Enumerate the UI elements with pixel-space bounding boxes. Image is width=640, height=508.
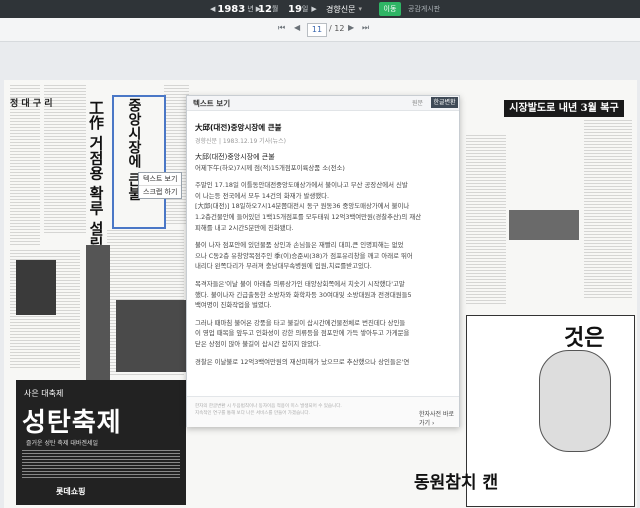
- article-line: 백여명이 진화작업을 벌였다.: [195, 301, 272, 310]
- text-column: [466, 135, 506, 305]
- text-column: [584, 120, 632, 300]
- news-photo: [86, 245, 110, 380]
- page-total: / 12: [329, 24, 345, 33]
- right-ad-title: 것은: [564, 325, 605, 351]
- article-line: 경찰은 이날불로 12억3백여만원의 재산피해가 났으므로 추산했으나 상인들은…: [195, 357, 410, 366]
- article-line: 이 나는등 전국에서 모두 14건의 화재가 발생했다.: [195, 191, 330, 200]
- prev-page-icon[interactable]: ◀: [294, 23, 300, 32]
- view-text-menu-item[interactable]: 텍스트 보기: [139, 173, 181, 185]
- article-context-menu: 텍스트 보기 스크랩 하기: [138, 172, 183, 199]
- year-unit: 년: [247, 5, 254, 13]
- go-button[interactable]: 이동: [379, 2, 401, 16]
- day-next-icon[interactable]: ▶: [311, 5, 316, 13]
- text-column: [10, 85, 40, 245]
- year-prev-icon[interactable]: ◀: [210, 5, 215, 13]
- article-line: 피해를 내고 2시간5분만에 진화됐다.: [195, 223, 294, 232]
- article-line: 주말인 17.18일 이틀동안대전중앙도매상가에서 불이나고 부산 공장산에서 …: [195, 181, 408, 190]
- right-ad-brand: 동원참치 캔: [414, 473, 499, 493]
- article-line: 불이 나자 점포안에 있던물품 상인과 손님들은 재빨리 대피,큰 인명피해는 …: [195, 241, 404, 250]
- article-line: 했다. 불이나자 긴급출동한 소방차와 화학차등 30여대및 소방대원과 전경대…: [195, 290, 412, 299]
- month-value: 12: [258, 3, 272, 15]
- ad-store-name: 롯데쇼핑: [56, 487, 86, 496]
- dialog-title: 텍스트 보기: [193, 99, 231, 108]
- article-line: 으나 C동2층 유창양복점주인 季(이)승준씨(38)가 점포유리창을 깨고 아…: [195, 251, 413, 260]
- ad-subtitle: 즐거운 성탄 축제 대바겐세일: [26, 440, 98, 447]
- article-highlight-box[interactable]: [112, 95, 166, 229]
- footer-note: 지속적인 연구를 통해 보다 나은 서비스를 만들어 가겠습니다.: [195, 411, 310, 416]
- scrap-menu-item[interactable]: 스크랩 하기: [139, 185, 182, 198]
- year-value: 1983: [217, 3, 246, 15]
- next-page-icon[interactable]: ▶: [348, 23, 354, 32]
- day-unit: 일: [301, 5, 309, 13]
- top-toolbar: ◀ 1983 년 ▶ 12 월 19 일 ▶ 경향신문 ▾ 이동 공감게시판: [0, 0, 640, 18]
- footer-note: 한자의 한글변환 시 두음법칙이나 동자이음 적용이 미스 발생되어 수 있습니…: [195, 404, 342, 409]
- article-line: 목격자들은'이날 불이 아래층 의류상가인 태양상회쪽에서 치솟기 시작했다'고…: [195, 280, 405, 288]
- first-page-icon[interactable]: ⏮: [278, 23, 285, 33]
- article-line: 1.2층건물안에 들어있던 1백15개점포를 모두태워 12억3백여만원(경찰추…: [195, 213, 422, 221]
- newspaper-select-value: 경향신문: [326, 4, 356, 14]
- ad-top-text: 사은 대축제: [24, 389, 64, 398]
- notice-board-link[interactable]: 공감게시판: [408, 4, 440, 14]
- hangul-convert-button[interactable]: 한글변환: [431, 97, 458, 108]
- current-page-input[interactable]: 11: [307, 23, 327, 37]
- ad-title: 성탄축제: [22, 408, 122, 438]
- article-line: 이 영업 때목을 앞두고 인화성이 강한 의류등을 점포안에 가득 쌓아두고 가…: [195, 329, 410, 338]
- month-unit: 월: [271, 5, 279, 13]
- dialog-footer: 한자의 한글변환 시 두음법칙이나 동자이음 적용이 미스 발생되어 수 있습니…: [187, 396, 459, 427]
- day-selector[interactable]: 19 일 ▶: [288, 2, 317, 16]
- page-navigation: ⏮ ◀ 11 / 12 ▶ ⏭: [0, 18, 640, 42]
- article-line: 닫은 상점이 많아 불길이 삽시간 잡히지 않았다.: [195, 340, 321, 348]
- right-headline: 시장발도로 내년 3월 복구: [504, 100, 624, 117]
- text-view-dialog: 텍스트 보기 원문 한글변환 大邱(대전)중앙시장에 큰불 경향신문 | 198…: [186, 95, 460, 427]
- article-line: 大邱(대전)중앙시장에 큰불: [195, 153, 275, 161]
- chevron-down-icon: ▾: [358, 5, 362, 13]
- day-value: 19: [288, 3, 302, 15]
- newspaper-select[interactable]: 경향신문 ▾: [326, 2, 362, 16]
- article-meta: 경향신문 | 1983.12.19 기사(뉴스): [195, 138, 286, 145]
- cartoon-illustration: [539, 350, 611, 452]
- christmas-sale-ad: 사은 대축제 성탄축제 즐거운 성탄 축제 대바겐세일 롯데쇼핑: [16, 380, 186, 505]
- hanja-dictionary-link[interactable]: 한자사전 바로가기 ›: [419, 409, 459, 427]
- dialog-header: 텍스트 보기 원문 한글변환: [187, 96, 459, 111]
- news-photo: [509, 210, 579, 240]
- article-title: 大邱(대전)중앙시장에 큰불: [195, 123, 282, 132]
- left-masthead: 정 대 구 리: [10, 99, 53, 109]
- article-line: 어제下午(하오)7시께 점(적)15개점포이륙상품 소(전소): [195, 163, 345, 172]
- article-line: [大邱(대전)] 18일하오7시14분쯤대전시 동구 원동36 중앙도매상가에서…: [195, 202, 410, 211]
- year-selector[interactable]: ◀ 1983 년 ▶: [210, 2, 261, 16]
- article-line: 내리다 왼쪽다리가 부러져 충남대부속병원에 입원,치료를받고있다.: [195, 262, 372, 271]
- news-photo: [116, 300, 186, 372]
- month-selector[interactable]: 12 월: [258, 2, 278, 16]
- last-page-icon[interactable]: ⏭: [362, 23, 369, 33]
- article-line: 그러나 때마침 불어온 강풍을 타고 불길이 삽시간에건물전체로 번진데다 상인…: [195, 318, 406, 327]
- original-text-button[interactable]: 원문: [412, 98, 423, 107]
- news-photo: [16, 260, 56, 315]
- ad-body-text: [22, 450, 180, 480]
